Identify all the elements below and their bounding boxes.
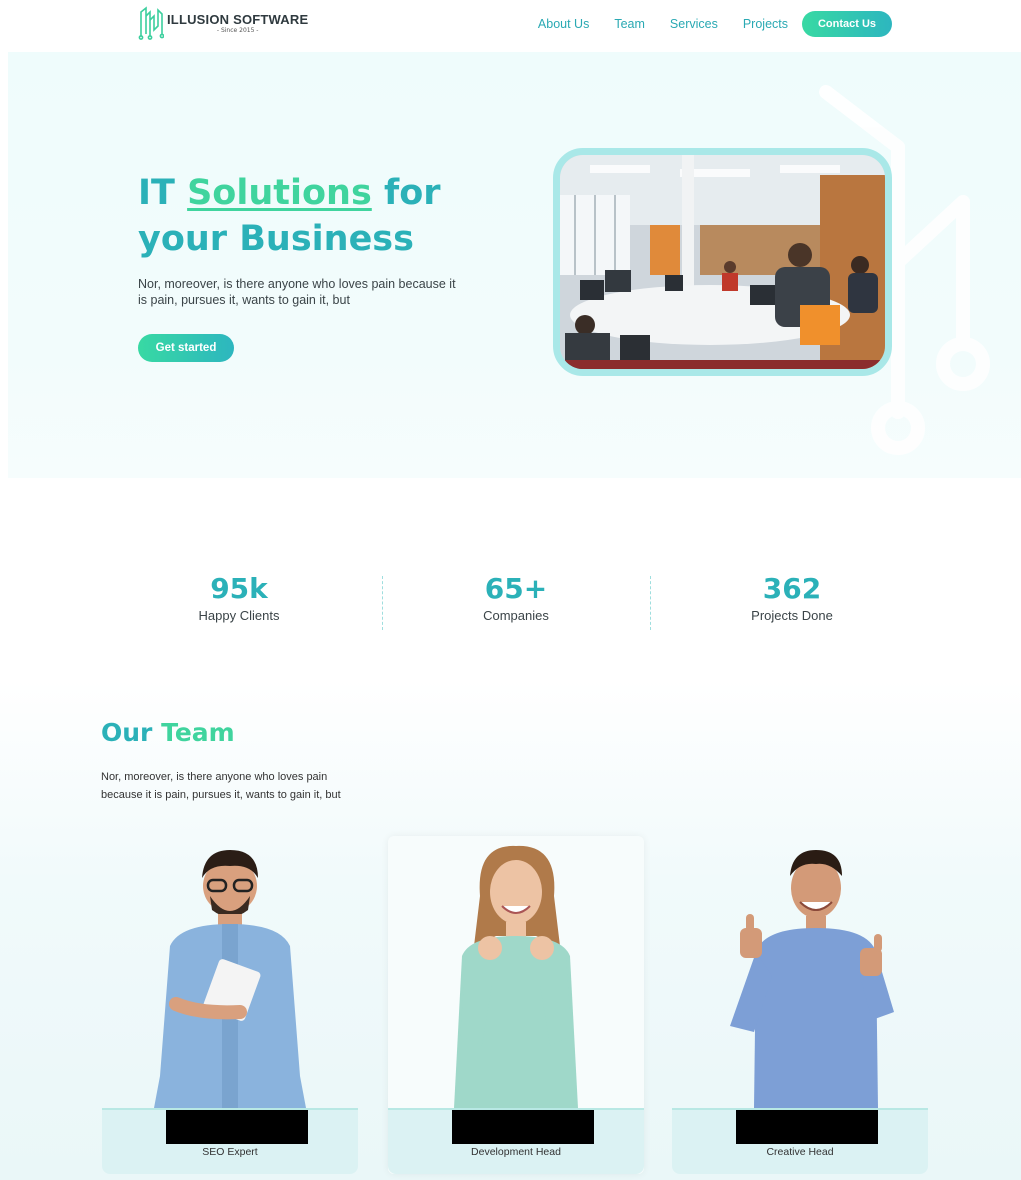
hero-title-part1: IT — [138, 173, 188, 213]
hero-office-photo — [553, 148, 892, 376]
member-role: Development Head — [471, 1146, 561, 1158]
stat-value: 95k — [210, 572, 268, 605]
nav-projects[interactable]: Projects — [743, 17, 788, 31]
logo-name: ILLUSION SOFTWARE — [167, 11, 309, 27]
brand-logo[interactable]: ILLUSION SOFTWARE - Since 2015 - — [138, 6, 308, 40]
member-role: Creative Head — [766, 1146, 834, 1158]
hero-title-line2: your Business — [138, 219, 414, 259]
team-card-base: SEO Expert — [102, 1108, 358, 1174]
team-section: Our Team Nor, moreover, is there anyone … — [0, 680, 1021, 1180]
team-member-photo — [154, 850, 306, 1108]
logo-since: - Since 2015 - — [216, 26, 259, 34]
stat-value: 362 — [762, 572, 822, 605]
member-name-redacted — [452, 1110, 594, 1144]
stats-section: 95k Happy Clients 65+ Companies 362 Proj… — [0, 560, 1021, 640]
hero-title-accent: Solutions — [187, 173, 372, 213]
nav-services[interactable]: Services — [670, 17, 718, 31]
team-title-accent: Team — [161, 718, 235, 747]
site-header: ILLUSION SOFTWARE - Since 2015 - About U… — [0, 0, 1021, 50]
stat-happy-clients: 95k Happy Clients — [139, 572, 339, 623]
nav-about-us[interactable]: About Us — [538, 17, 589, 31]
stat-divider — [382, 576, 383, 630]
stat-label: Happy Clients — [198, 608, 280, 623]
stat-label: Companies — [483, 608, 549, 623]
team-card-creative-head[interactable]: Creative Head — [672, 836, 928, 1174]
nav-team[interactable]: Team — [614, 17, 645, 31]
logo-icon — [138, 6, 164, 40]
stat-divider — [650, 576, 651, 630]
team-card-development-head[interactable]: Development Head — [388, 836, 644, 1174]
hero-section: IT Solutions for your Business Nor, more… — [8, 52, 1021, 478]
team-title: Our Team — [101, 718, 235, 747]
team-description: Nor, moreover, is there anyone who loves… — [101, 771, 341, 801]
hero-title: IT Solutions for your Business — [138, 170, 441, 262]
stat-projects-done: 362 Projects Done — [692, 572, 892, 623]
main-nav: About Us Team Services Projects Contact … — [538, 11, 892, 37]
team-member-photo — [730, 850, 894, 1108]
stat-label: Projects Done — [751, 608, 833, 623]
team-title-part1: Our — [101, 718, 162, 747]
stat-value: 65+ — [484, 572, 548, 605]
hero-title-part2: for — [371, 173, 441, 213]
get-started-button[interactable]: Get started — [138, 334, 234, 362]
member-name-redacted — [736, 1110, 878, 1144]
team-card-base: Development Head — [388, 1108, 644, 1174]
team-member-photo — [454, 845, 578, 1108]
stat-companies: 65+ Companies — [416, 572, 616, 623]
hero-description: Nor, moreover, is there anyone who loves… — [138, 277, 456, 307]
team-card-base: Creative Head — [672, 1108, 928, 1174]
contact-us-button[interactable]: Contact Us — [802, 11, 892, 37]
member-name-redacted — [166, 1110, 308, 1144]
team-card-seo-expert[interactable]: SEO Expert — [102, 836, 358, 1174]
member-role: SEO Expert — [202, 1146, 258, 1158]
